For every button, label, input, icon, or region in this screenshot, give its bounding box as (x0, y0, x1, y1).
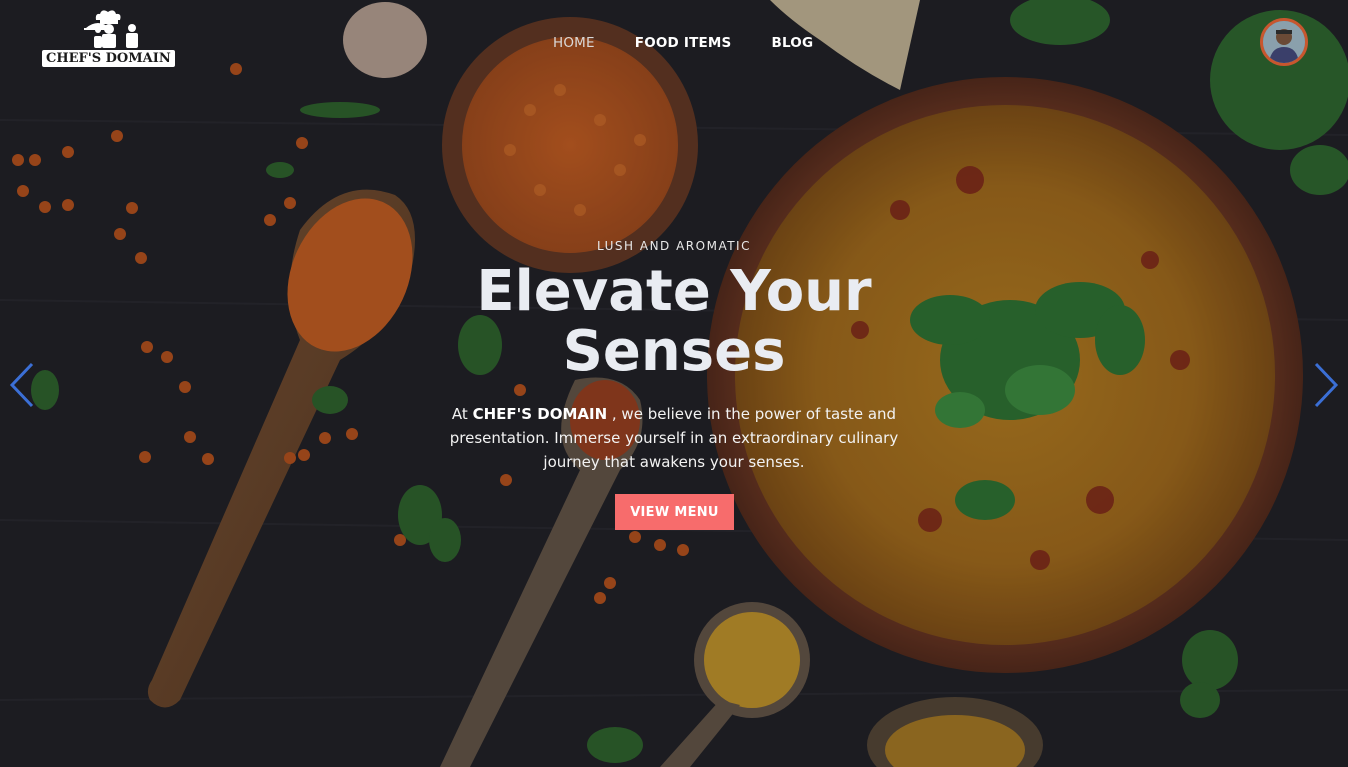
carousel-prev-button[interactable] (8, 360, 38, 410)
nav-item-food-items[interactable]: FOOD ITEMS (635, 35, 732, 51)
hero-headline: Elevate Your Senses (424, 262, 924, 382)
nav-item-blog[interactable]: BLOG (771, 35, 813, 51)
chevron-right-icon (1314, 362, 1339, 408)
chevron-left-icon (9, 362, 34, 408)
hero-headline-line-1: Elevate Your (476, 259, 872, 324)
brand-logo[interactable]: CHEF'S DOMAIN (40, 8, 180, 78)
brand-name: CHEF'S DOMAIN (42, 50, 175, 67)
main-nav: HOME FOOD ITEMS BLOG (553, 35, 813, 51)
hero-eyebrow: LUSH AND AROMATIC (597, 239, 751, 253)
view-menu-button[interactable]: VIEW MENU (615, 494, 734, 530)
hero-headline-line-2: Senses (562, 319, 786, 384)
nav-item-home[interactable]: HOME (553, 35, 595, 51)
hero-description-brand: CHEF'S DOMAIN (472, 405, 608, 423)
hero-description: At CHEF'S DOMAIN , we believe in the pow… (434, 402, 914, 474)
chef-logo-icon (84, 10, 138, 48)
carousel-next-button[interactable] (1310, 360, 1340, 410)
hero-description-prefix: At (451, 405, 473, 423)
user-avatar-icon (1263, 21, 1305, 63)
user-avatar[interactable] (1260, 18, 1308, 66)
